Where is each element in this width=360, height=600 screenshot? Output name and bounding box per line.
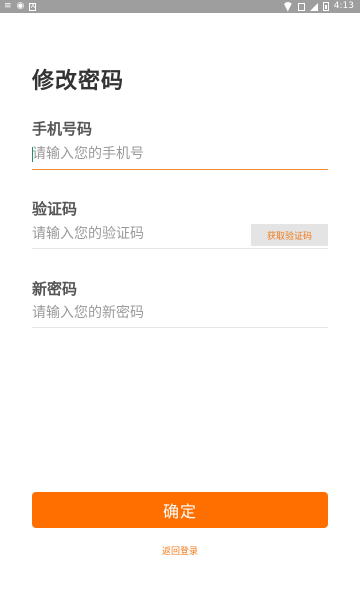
text-caret <box>32 147 33 162</box>
code-label: 验证码 <box>32 200 78 218</box>
android-debug-icon: ◉ <box>16 1 25 11</box>
status-bar-right: 4:13 <box>282 0 354 13</box>
phone-label: 手机号码 <box>32 120 93 138</box>
phone-input[interactable] <box>32 143 328 165</box>
back-to-login-link[interactable]: 返回登录 <box>0 544 360 557</box>
code-underline <box>32 248 328 249</box>
new-password-input[interactable] <box>32 302 328 324</box>
new-password-label: 新密码 <box>32 280 78 298</box>
sim-icon <box>297 2 305 11</box>
signal-icon <box>309 2 318 11</box>
confirm-button[interactable]: 确定 <box>32 492 328 528</box>
new-password-underline <box>32 327 328 328</box>
get-code-button[interactable]: 获取验证码 <box>251 224 328 246</box>
status-bar-left: ≡ ◉ A <box>4 0 37 13</box>
battery-icon <box>322 2 329 11</box>
verification-code-input[interactable] <box>32 223 242 245</box>
status-bar: ≡ ◉ A 4:13 <box>0 0 360 13</box>
phone-underline <box>32 169 328 170</box>
page-title: 修改密码 <box>32 69 125 94</box>
wifi-icon <box>282 1 293 12</box>
status-time: 4:13 <box>333 1 354 11</box>
menu-icon: ≡ <box>4 1 12 11</box>
app-notification-icon: A <box>29 2 37 11</box>
